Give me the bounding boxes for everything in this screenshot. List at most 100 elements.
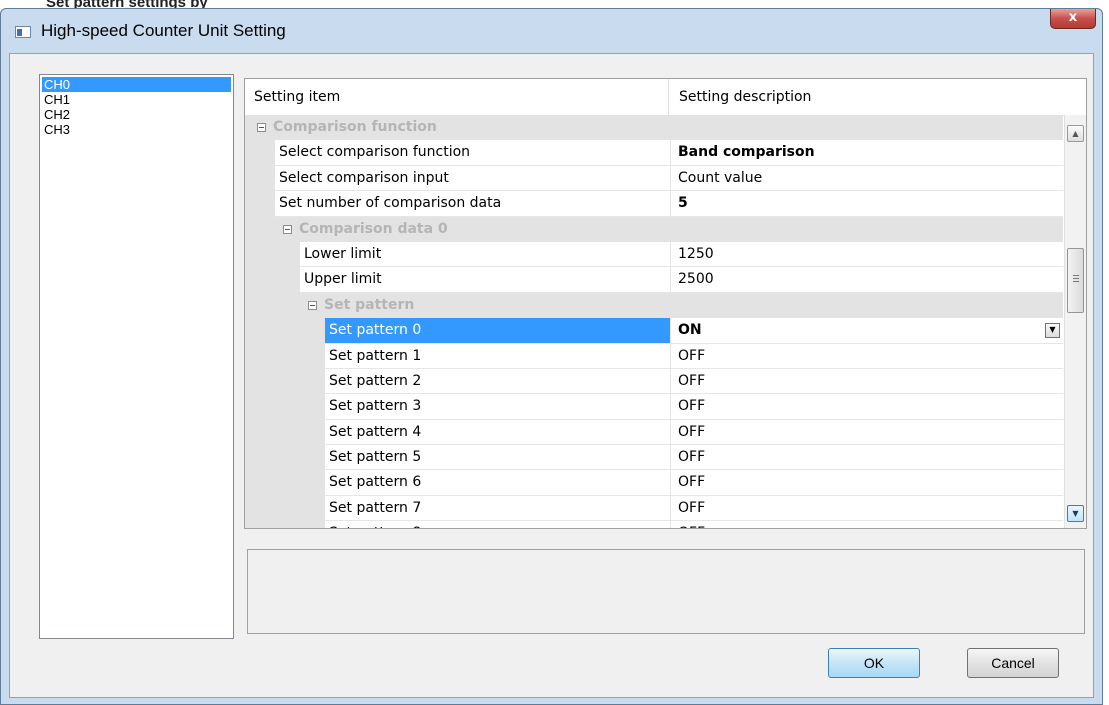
property-value-text: Count value [678,169,763,186]
title-bar[interactable]: High-speed Counter Unit Setting x [1,9,1102,53]
property-name: Upper limit [300,267,670,293]
property-value-text: OFF [678,398,706,415]
property-value-text: 5 [678,195,688,212]
column-header-setting-description[interactable]: Setting description [670,79,1070,115]
property-value-text: OFF [678,372,706,389]
channel-item-ch2[interactable]: CH2 [42,107,231,122]
app-window-icon [15,26,31,38]
property-value[interactable]: OFF [670,445,1063,471]
property-row[interactable]: Select comparison input Count value [245,165,1063,192]
property-row[interactable]: Lower limit 1250 [245,241,1063,268]
property-value[interactable]: OFF [670,419,1063,446]
property-value[interactable]: 2500 [670,267,1063,293]
property-value[interactable]: OFF [670,521,1063,528]
description-panel [247,549,1085,634]
ok-button[interactable]: OK [828,648,920,678]
property-name: Comparison data 0 [279,217,1063,242]
property-value-text: OFF [678,525,705,528]
property-name: Set pattern 2 [325,369,670,395]
property-name: Comparison function [253,115,1063,140]
category-label: Comparison data 0 [299,220,448,237]
property-value-text: OFF [678,499,706,516]
collapse-minus-icon[interactable] [308,300,317,310]
channel-item-ch0[interactable]: CH0 [42,77,231,92]
row-indent-gutter [245,165,275,192]
category-label: Set pattern [324,296,415,313]
category-row[interactable]: Comparison function [245,115,1063,141]
property-row[interactable]: Set pattern 6 OFF [245,470,1063,496]
property-row[interactable]: Set pattern 7 OFF [245,495,1063,522]
category-row[interactable]: Comparison data 0 [245,216,1063,242]
property-name: Set pattern 8 [325,521,670,528]
settings-grid: Setting item Setting description Compari… [244,78,1087,529]
property-value-text: ON [678,322,702,339]
chevron-down-icon[interactable]: ▼ [1045,323,1060,339]
cancel-button[interactable]: Cancel [967,648,1059,678]
dialog-client-area: CH0 CH1 CH2 CH3 Setting item Setting descri… [9,53,1094,698]
property-value[interactable]: OFF [670,394,1063,420]
property-value-text: 1250 [678,245,714,262]
collapse-minus-icon[interactable] [257,123,266,132]
arrow-down-icon[interactable]: ▼ [1067,505,1084,522]
property-name: Set pattern 3 [325,394,670,420]
property-value[interactable]: ON ▼ [670,318,1063,344]
channel-item-ch1[interactable]: CH1 [42,92,231,107]
property-row[interactable]: Set pattern 4 OFF [245,419,1063,446]
row-indent-gutter [245,343,325,369]
property-value[interactable]: OFF [670,470,1063,496]
grid-rows: Comparison function Select comparison fun… [245,115,1063,528]
grid-header: Setting item Setting description [245,79,1086,116]
row-indent-gutter [245,318,325,344]
property-row[interactable]: Select comparison function Band compariso… [245,140,1063,166]
property-name: Select comparison function [275,140,670,166]
property-name: Select comparison input [275,166,670,192]
row-indent-gutter [245,495,325,522]
property-value[interactable]: OFF [670,368,1063,395]
property-name: Set pattern 4 [325,420,670,446]
collapse-minus-icon[interactable] [283,224,292,234]
property-row[interactable]: Set pattern 2 OFF [245,368,1063,395]
vertical-scrollbar[interactable]: ▲ ▼ [1064,115,1086,528]
column-header-setting-item[interactable]: Setting item [245,79,669,115]
row-indent-gutter [245,521,325,528]
property-name: Set pattern [304,293,1063,318]
channel-list[interactable]: CH0 CH1 CH2 CH3 [39,74,234,639]
property-value-text: OFF [678,474,706,491]
close-button[interactable]: x [1050,9,1096,29]
row-indent-gutter [245,394,325,420]
grip-lines-icon [1073,275,1079,282]
property-row[interactable]: Set pattern 8 OFF [245,521,1063,528]
category-label: Comparison function [273,119,437,135]
row-indent-gutter [245,191,275,217]
property-value[interactable]: Count value [670,165,1063,192]
property-name: Lower limit [300,242,670,268]
row-indent-gutter [245,419,325,446]
row-indent-gutter [245,241,300,268]
property-name: Set pattern 0 [325,318,670,344]
property-value-text: OFF [678,347,706,364]
scrollbar-thumb[interactable] [1067,248,1084,313]
property-row[interactable]: Set pattern 5 OFF [245,445,1063,471]
property-row[interactable]: Upper limit 2500 [245,267,1063,293]
arrow-up-icon[interactable]: ▲ [1067,125,1084,142]
window-title: High-speed Counter Unit Setting [41,21,286,40]
property-name: Set pattern 7 [325,496,670,522]
row-indent-gutter [245,140,275,166]
category-row[interactable]: Set pattern [245,292,1063,319]
property-value[interactable]: OFF [670,495,1063,522]
property-name: Set pattern 5 [325,445,670,471]
property-value-text: 2500 [678,271,714,288]
property-row[interactable]: Set pattern 0 ON ▼ [245,318,1063,344]
property-row[interactable]: Set pattern 3 OFF [245,394,1063,420]
property-value[interactable]: 5 [670,191,1063,217]
property-row[interactable]: Set pattern 1 OFF [245,343,1063,369]
property-value-text: OFF [678,423,706,440]
row-indent-gutter [245,368,325,395]
property-name: Set pattern 6 [325,470,670,496]
property-value[interactable]: OFF [670,343,1063,369]
channel-item-ch3[interactable]: CH3 [42,122,231,137]
property-value[interactable]: Band comparison [670,140,1063,166]
row-indent-gutter [245,470,325,496]
property-value[interactable]: 1250 [670,241,1063,268]
property-row[interactable]: Set number of comparison data 5 [245,191,1063,217]
